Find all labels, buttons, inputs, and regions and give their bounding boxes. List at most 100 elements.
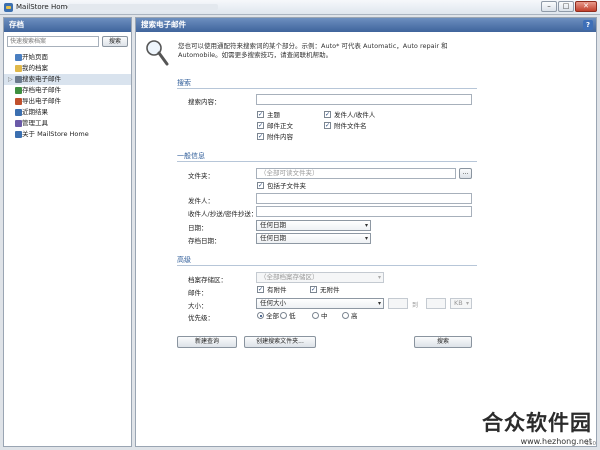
has-attachment-checkbox[interactable]: ✓ 有附件: [257, 286, 287, 295]
size-label: 大小：: [188, 302, 208, 310]
search-content-input[interactable]: [256, 94, 472, 105]
minimize-button[interactable]: –: [541, 1, 557, 12]
help-icon[interactable]: ?: [583, 20, 593, 30]
sidebar-item-label: 存档电子邮件: [22, 86, 61, 94]
archive-date-select[interactable]: 任何日期 ▾: [256, 233, 371, 244]
checkbox-label: 附件文件名: [334, 122, 367, 130]
sidebar-item-info[interactable]: 关于 MailStore Home: [4, 129, 131, 140]
sidebar-item-label: 近期结果: [22, 108, 48, 116]
store-select[interactable]: （全部档案存储区） ▾: [256, 272, 384, 283]
sidebar-item-home[interactable]: 开始页面: [4, 52, 131, 63]
checkbox-label: 包括子文件夹: [267, 182, 306, 190]
advanced-section-label: 高级: [177, 256, 191, 264]
sidebar-item-search[interactable]: ▷ 搜索电子邮件: [4, 74, 131, 85]
radio-mark: [280, 312, 287, 319]
expand-arrow-icon[interactable]: ▷: [8, 74, 13, 85]
size-unit-select[interactable]: KB ▾: [450, 298, 472, 309]
attachment-content-checkbox[interactable]: ✓ 附件内容: [257, 133, 293, 142]
sidebar-item-label: 管理工具: [22, 119, 48, 127]
new-query-button[interactable]: 新建查询: [177, 336, 237, 348]
checkbox-label: 邮件正文: [267, 122, 293, 130]
chevron-down-icon: ▾: [364, 235, 368, 242]
quick-search-row: 快速搜索档案 搜索: [4, 32, 131, 50]
mail-label: 邮件：: [188, 289, 208, 297]
checkbox-mark: ✓: [324, 122, 331, 129]
priority-low-radio[interactable]: 低: [280, 312, 296, 320]
maximize-button[interactable]: □: [558, 1, 574, 12]
divider: [177, 161, 477, 162]
search-icon: [15, 76, 22, 83]
results-icon: [15, 109, 22, 116]
chevron-down-icon: ▾: [377, 300, 381, 307]
include-subfolders-checkbox[interactable]: ✓ 包括子文件夹: [257, 182, 306, 191]
watermark: 合众软件园 www.hezhong.net: [482, 407, 592, 446]
subject-checkbox[interactable]: ✓ 主题: [257, 111, 280, 120]
size-to-text: 到: [412, 302, 419, 309]
sidebar-item-export[interactable]: 导出电子邮件: [4, 96, 131, 107]
advanced-section-header: 高级: [177, 255, 477, 267]
window-controls: – □ ✕: [541, 1, 597, 12]
checkbox-mark: ✓: [257, 286, 264, 293]
attachment-name-checkbox[interactable]: ✓ 附件文件名: [324, 122, 367, 131]
tools-icon: [15, 120, 22, 127]
checkbox-label: 无附件: [320, 286, 340, 294]
checkbox-mark: ✓: [257, 122, 264, 129]
search-email-pane: 搜索电子邮件 ? 您也可以使用通配符来搜索词的某个部分。示例：Auto* 可代表…: [135, 17, 597, 447]
sidebar-item-folder[interactable]: 我的档案: [4, 63, 131, 74]
checkbox-mark: ✓: [324, 111, 331, 118]
priority-high-radio[interactable]: 高: [342, 312, 358, 320]
version-label: 150: [585, 441, 597, 447]
divider: [177, 88, 477, 89]
folder-field[interactable]: （全部可读文件夹）: [256, 168, 456, 179]
priority-label: 优先级：: [188, 314, 214, 322]
checkbox-label: 发件人/收件人: [334, 111, 376, 119]
archive-pane-header: 存档: [4, 18, 131, 32]
size-to-input[interactable]: [426, 298, 446, 309]
priority-all-radio[interactable]: 全部: [257, 312, 279, 320]
store-select-value: （全部档案存储区）: [260, 273, 319, 281]
info-icon: [15, 131, 22, 138]
home-icon: [15, 54, 22, 61]
quick-search-input[interactable]: 快速搜索档案: [7, 36, 99, 47]
search-button[interactable]: 搜索: [414, 336, 472, 348]
recipient-label: 收件人/抄送/密件抄送：: [188, 210, 258, 218]
checkbox-mark: ✓: [257, 133, 264, 140]
sidebar-item-label: 搜索电子邮件: [22, 75, 61, 83]
archive-date-label: 存档日期：: [188, 237, 221, 245]
create-search-folder-button[interactable]: 创建搜索文件夹...: [244, 336, 316, 348]
sender-input[interactable]: [256, 193, 472, 204]
sidebar-item-tools[interactable]: 管理工具: [4, 118, 131, 129]
archive-date-select-value: 任何日期: [260, 234, 286, 242]
general-section-header: 一般信息: [177, 151, 477, 163]
from-to-checkbox[interactable]: ✓ 发件人/收件人: [324, 111, 375, 120]
sidebar-item-results[interactable]: 近期结果: [4, 107, 131, 118]
body-checkbox[interactable]: ✓ 邮件正文: [257, 122, 293, 131]
search-section-label: 搜索: [177, 79, 191, 87]
watermark-text: 合众软件园: [482, 411, 592, 435]
size-from-input[interactable]: [388, 298, 408, 309]
no-attachment-checkbox[interactable]: ✓ 无附件: [310, 286, 340, 295]
magnifier-icon: [146, 40, 169, 66]
checkbox-mark: ✓: [310, 286, 317, 293]
browse-folder-button[interactable]: ...: [459, 168, 472, 179]
sidebar-item-archive[interactable]: 存档电子邮件: [4, 85, 131, 96]
checkbox-mark: ✓: [257, 182, 264, 189]
checkbox-mark: ✓: [257, 111, 264, 118]
chevron-down-icon: ▾: [377, 274, 381, 281]
recipient-input[interactable]: [256, 206, 472, 217]
date-label: 日期：: [188, 224, 208, 232]
size-select[interactable]: 任何大小 ▾: [256, 298, 384, 309]
date-select-value: 任何日期: [260, 221, 286, 229]
quick-search-button[interactable]: 搜索: [102, 36, 128, 47]
search-section-header: 搜索: [177, 78, 477, 90]
sidebar-item-label: 导出电子邮件: [22, 97, 61, 105]
date-select[interactable]: 任何日期 ▾: [256, 220, 371, 231]
close-button[interactable]: ✕: [575, 1, 597, 12]
divider: [177, 265, 477, 266]
sidebar-item-label: 开始页面: [22, 53, 48, 61]
priority-medium-radio[interactable]: 中: [312, 312, 328, 320]
chevron-down-icon: ▾: [364, 222, 368, 229]
archive-nav: 开始页面我的档案 ▷ 搜索电子邮件 存档电子邮件 导出电子邮件 近期结果管理工具关于 Ma…: [4, 52, 131, 140]
sidebar-item-label: 关于 MailStore Home: [22, 130, 89, 138]
archive-pane: 存档 快速搜索档案 搜索 开始页面我的档案 ▷ 搜索电子邮件 存档电子邮件 导出电子邮件…: [3, 17, 132, 447]
